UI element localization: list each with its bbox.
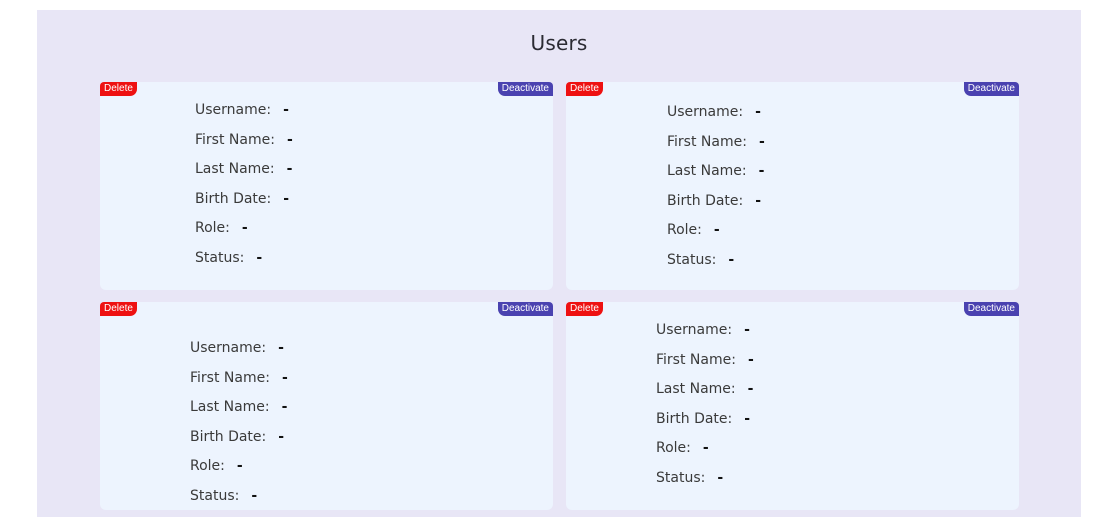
user-card: Delete Deactivate Username: - First Name:…	[100, 302, 553, 510]
deactivate-button[interactable]: Deactivate	[963, 302, 1019, 316]
field-label: Role:	[667, 222, 702, 239]
field-label: Role:	[195, 220, 230, 237]
field-label: Status:	[195, 249, 245, 266]
field-value: -	[728, 251, 735, 268]
field-label: Username:	[656, 322, 733, 338]
user-card: Delete Deactivate Username: - First Name:…	[100, 82, 553, 290]
field-role: Role: -	[656, 440, 754, 470]
deactivate-button[interactable]: Deactivate	[497, 82, 553, 96]
field-value: -	[717, 469, 724, 486]
field-label: Role:	[656, 440, 691, 457]
page-title: Users	[530, 31, 588, 55]
field-last-name: Last Name: -	[195, 161, 293, 191]
field-label: Status:	[190, 487, 240, 504]
field-birth-date: Birth Date: -	[195, 191, 293, 221]
field-username: Username: -	[667, 104, 765, 134]
delete-button[interactable]: Delete	[566, 302, 603, 316]
field-role: Role: -	[190, 458, 288, 488]
field-value: -	[744, 322, 750, 338]
field-value: -	[286, 161, 293, 178]
field-value: -	[236, 458, 243, 475]
field-label: First Name:	[195, 131, 275, 148]
field-value: -	[283, 102, 289, 118]
field-label: Last Name:	[656, 381, 736, 398]
field-value: -	[286, 131, 293, 148]
field-value: -	[744, 410, 751, 427]
field-label: First Name:	[667, 133, 747, 150]
field-username: Username: -	[195, 102, 293, 132]
field-value: -	[281, 369, 288, 386]
field-label: Username:	[190, 340, 267, 356]
field-value: -	[278, 428, 285, 445]
field-label: Birth Date:	[656, 410, 733, 427]
field-value: -	[241, 220, 248, 237]
field-label: Username:	[667, 104, 744, 120]
field-label: Last Name:	[667, 163, 747, 180]
field-first-name: First Name: -	[195, 132, 293, 162]
field-status: Status: -	[190, 488, 288, 518]
user-fields: Username: - First Name: - Last Name: - Birt…	[195, 102, 293, 280]
field-label: Last Name:	[195, 161, 275, 178]
deactivate-button[interactable]: Deactivate	[963, 82, 1019, 96]
user-fields: Username: - First Name: - Last Name: - Birt…	[667, 104, 765, 282]
field-value: -	[281, 399, 288, 416]
delete-button[interactable]: Delete	[100, 302, 137, 316]
field-role: Role: -	[667, 222, 765, 252]
field-birth-date: Birth Date: -	[190, 429, 288, 459]
field-label: First Name:	[656, 351, 736, 368]
field-first-name: First Name: -	[190, 370, 288, 400]
field-username: Username: -	[190, 340, 288, 370]
delete-button[interactable]: Delete	[566, 82, 603, 96]
field-value: -	[755, 104, 761, 120]
field-status: Status: -	[656, 470, 754, 500]
field-role: Role: -	[195, 220, 293, 250]
users-panel: Users Delete Deactivate Username: - First…	[37, 10, 1081, 517]
field-birth-date: Birth Date: -	[656, 411, 754, 441]
field-label: Status:	[656, 469, 706, 486]
field-last-name: Last Name: -	[656, 381, 754, 411]
field-status: Status: -	[195, 250, 293, 280]
field-label: Status:	[667, 251, 717, 268]
field-username: Username: -	[656, 322, 754, 352]
deactivate-button[interactable]: Deactivate	[497, 302, 553, 316]
user-card: Delete Deactivate Username: - First Name:…	[566, 82, 1019, 290]
user-fields: Username: - First Name: - Last Name: - Birt…	[190, 340, 288, 518]
field-last-name: Last Name: -	[667, 163, 765, 193]
field-value: -	[702, 440, 709, 457]
field-value: -	[251, 487, 258, 504]
field-first-name: First Name: -	[667, 134, 765, 164]
field-birth-date: Birth Date: -	[667, 193, 765, 223]
field-value: -	[747, 351, 754, 368]
field-label: Username:	[195, 102, 272, 118]
field-value: -	[755, 192, 762, 209]
field-value: -	[747, 381, 754, 398]
field-label: Birth Date:	[195, 190, 272, 207]
user-fields: Username: - First Name: - Last Name: - Birt…	[656, 322, 754, 500]
field-value: -	[278, 340, 284, 356]
field-value: -	[758, 133, 765, 150]
field-label: Birth Date:	[190, 428, 267, 445]
delete-button[interactable]: Delete	[100, 82, 137, 96]
field-label: Last Name:	[190, 399, 270, 416]
field-value: -	[283, 190, 290, 207]
field-value: -	[758, 163, 765, 180]
user-card: Delete Deactivate Username: - First Name:…	[566, 302, 1019, 510]
field-status: Status: -	[667, 252, 765, 282]
field-label: Role:	[190, 458, 225, 475]
field-value: -	[713, 222, 720, 239]
field-first-name: First Name: -	[656, 352, 754, 382]
field-label: First Name:	[190, 369, 270, 386]
field-value: -	[256, 249, 263, 266]
field-label: Birth Date:	[667, 192, 744, 209]
field-last-name: Last Name: -	[190, 399, 288, 429]
